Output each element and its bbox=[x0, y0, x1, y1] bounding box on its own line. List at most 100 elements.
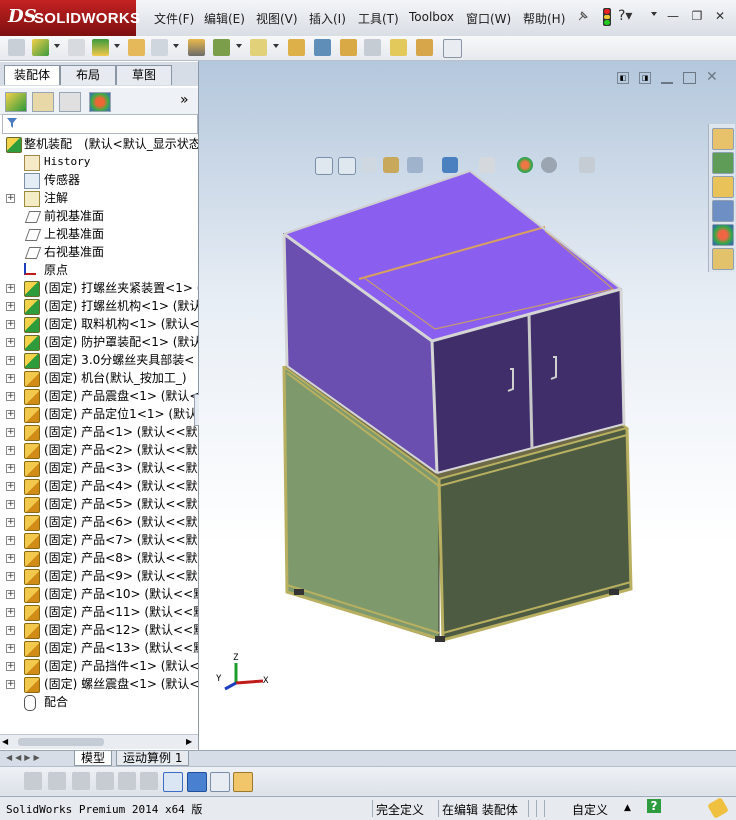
expand-toggle-icon[interactable]: + bbox=[6, 194, 15, 203]
menu-file[interactable]: 文件(F) bbox=[154, 10, 194, 27]
restore-button[interactable]: ❐ bbox=[689, 9, 705, 23]
expand-toggle-icon[interactable]: + bbox=[6, 680, 15, 689]
display-manager-icon[interactable] bbox=[89, 92, 111, 112]
menu-edit[interactable]: 编辑(E) bbox=[204, 10, 245, 27]
more-tabs-icon[interactable]: » bbox=[180, 92, 189, 108]
tree-item[interactable]: + (固定) 产品定位1<1> (默认 bbox=[0, 405, 198, 423]
tree-item[interactable]: + (固定) 产品<12> (默认<<默 bbox=[0, 621, 198, 639]
custom-properties-icon[interactable] bbox=[712, 248, 734, 270]
property-manager-icon[interactable] bbox=[32, 92, 54, 112]
tree-item[interactable]: + (固定) 产品<1> (默认<<默认 bbox=[0, 423, 198, 441]
chevron-down-icon[interactable] bbox=[273, 44, 279, 48]
menu-insert[interactable]: 插入(I) bbox=[309, 10, 346, 27]
tab-model[interactable]: 模型 bbox=[74, 751, 113, 766]
units-up-icon[interactable]: ▲ bbox=[624, 803, 631, 813]
axis-view-icon[interactable] bbox=[163, 772, 183, 792]
tree-root-assembly[interactable]: 整机装配 (默认<默认_显示状态 bbox=[0, 135, 198, 153]
expand-toggle-icon[interactable]: + bbox=[6, 590, 15, 599]
expand-toggle-icon[interactable]: + bbox=[6, 626, 15, 635]
close-button[interactable]: ✕ bbox=[712, 9, 728, 23]
tab-assembly[interactable]: 装配体 bbox=[4, 65, 60, 85]
tree-item[interactable]: + (固定) 产品<4> (默认<<默认 bbox=[0, 477, 198, 495]
tree-item[interactable]: + (固定) 产品<5> (默认<<默认 bbox=[0, 495, 198, 513]
scroll-left-icon[interactable]: ◀ bbox=[2, 737, 12, 747]
expand-toggle-icon[interactable]: + bbox=[6, 644, 15, 653]
linear-pattern-icon[interactable] bbox=[213, 39, 230, 56]
tab-layout[interactable]: 布局 bbox=[60, 65, 116, 85]
instant3d-icon[interactable] bbox=[443, 39, 462, 58]
tree-item[interactable]: + (固定) 产品<3> (默认<<默认 bbox=[0, 459, 198, 477]
tree-item[interactable]: 原点 bbox=[0, 261, 198, 279]
configuration-manager-icon[interactable] bbox=[59, 92, 81, 112]
new-motion-study-icon[interactable] bbox=[364, 39, 381, 56]
design-library-icon[interactable] bbox=[712, 152, 734, 174]
options-dropdown-icon[interactable] bbox=[651, 12, 657, 16]
expand-toggle-icon[interactable]: + bbox=[6, 338, 15, 347]
menu-help[interactable]: 帮助(H) bbox=[523, 10, 565, 27]
expand-toggle-icon[interactable]: + bbox=[6, 410, 15, 419]
expand-toggle-icon[interactable]: + bbox=[6, 302, 15, 311]
smart-fasteners-icon[interactable] bbox=[92, 39, 109, 56]
reference-geometry-icon[interactable] bbox=[340, 39, 357, 56]
solidworks-logo[interactable]: DS SOLIDWORKS bbox=[0, 0, 140, 36]
exploded-view-icon[interactable] bbox=[416, 39, 433, 56]
expand-toggle-icon[interactable]: + bbox=[6, 464, 15, 473]
tree-item[interactable]: + (固定) 打螺丝夹紧装置<1> ( bbox=[0, 279, 198, 297]
menu-window[interactable]: 窗口(W) bbox=[466, 10, 511, 27]
assembly-features-2-icon[interactable] bbox=[314, 39, 331, 56]
expand-toggle-icon[interactable]: + bbox=[6, 446, 15, 455]
table-view-icon[interactable] bbox=[210, 772, 230, 792]
expand-toggle-icon[interactable]: + bbox=[6, 320, 15, 329]
tree-item[interactable]: + (固定) 产品<10> (默认<<默 bbox=[0, 585, 198, 603]
scroll-right-icon[interactable]: ▶ bbox=[186, 737, 196, 747]
rebuild-traffic-light-icon[interactable] bbox=[603, 8, 611, 26]
help-question-icon[interactable]: ?▾ bbox=[618, 8, 642, 24]
mate-icon[interactable] bbox=[151, 39, 168, 56]
tree-item[interactable]: + (固定) 产品<2> (默认<<默认 bbox=[0, 441, 198, 459]
tree-item[interactable]: + (固定) 取料机构<1> (默认< bbox=[0, 315, 198, 333]
expand-toggle-icon[interactable]: + bbox=[6, 284, 15, 293]
tree-item[interactable]: + 注解 bbox=[0, 189, 198, 207]
graphics-area[interactable]: ◧ ◨ ✕ Z Y X bbox=[199, 61, 736, 750]
expand-toggle-icon[interactable]: + bbox=[6, 608, 15, 617]
show-hidden-icon[interactable] bbox=[288, 39, 305, 56]
move-component-icon[interactable] bbox=[250, 39, 267, 56]
assembly-features-icon[interactable] bbox=[188, 39, 205, 56]
tree-item[interactable]: + (固定) 防护罩装配<1> (默认 bbox=[0, 333, 198, 351]
tree-item[interactable]: + (固定) 产品<13> (默认<<默 bbox=[0, 639, 198, 657]
scroll-thumb[interactable] bbox=[18, 738, 104, 746]
shaded-view-icon[interactable] bbox=[187, 772, 207, 792]
tree-item[interactable]: + (固定) 产品<9> (默认<<默认 bbox=[0, 567, 198, 585]
tree-item[interactable]: + (固定) 产品挡件<1> (默认< bbox=[0, 657, 198, 675]
tab-scroll-arrows-icon[interactable]: ◀◀▶▶ bbox=[6, 753, 66, 764]
expand-toggle-icon[interactable]: + bbox=[6, 518, 15, 527]
chevron-down-icon[interactable] bbox=[114, 44, 120, 48]
expand-toggle-icon[interactable]: + bbox=[6, 374, 15, 383]
tree-item[interactable]: + (固定) 产品<11> (默认<<默 bbox=[0, 603, 198, 621]
bill-of-materials-icon[interactable] bbox=[390, 39, 407, 56]
tree-item[interactable]: 上视基准面 bbox=[0, 225, 198, 243]
pin-icon[interactable] bbox=[576, 9, 590, 23]
expand-toggle-icon[interactable]: + bbox=[6, 428, 15, 437]
expand-toggle-icon[interactable]: + bbox=[6, 662, 15, 671]
tree-item[interactable]: + (固定) 产品<7> (默认<<默认 bbox=[0, 531, 198, 549]
status-units[interactable]: 自定义 bbox=[572, 801, 608, 818]
status-help-icon[interactable]: ? bbox=[647, 799, 661, 813]
tab-motion-study[interactable]: 运动算例 1 bbox=[116, 751, 190, 766]
tag-icon[interactable] bbox=[707, 797, 729, 819]
feature-manager-icon[interactable] bbox=[5, 92, 27, 112]
expand-toggle-icon[interactable]: + bbox=[6, 500, 15, 509]
filter-box[interactable] bbox=[2, 114, 198, 134]
tree-item[interactable]: + (固定) 打螺丝机构<1> (默认 bbox=[0, 297, 198, 315]
view-palette-icon[interactable] bbox=[712, 200, 734, 222]
model-3d[interactable] bbox=[199, 61, 736, 750]
tree-item[interactable]: + (固定) 产品<6> (默认<<默认 bbox=[0, 513, 198, 531]
minimize-button[interactable]: — bbox=[665, 9, 681, 23]
filter-icon[interactable] bbox=[6, 117, 20, 129]
sensor-view-icon[interactable] bbox=[233, 772, 253, 792]
file-explorer-icon[interactable] bbox=[712, 176, 734, 198]
expand-toggle-icon[interactable]: + bbox=[6, 572, 15, 581]
tab-sketch[interactable]: 草图 bbox=[116, 65, 172, 85]
tree-item[interactable]: History bbox=[0, 153, 198, 171]
tree-item[interactable]: 配合 bbox=[0, 693, 198, 711]
